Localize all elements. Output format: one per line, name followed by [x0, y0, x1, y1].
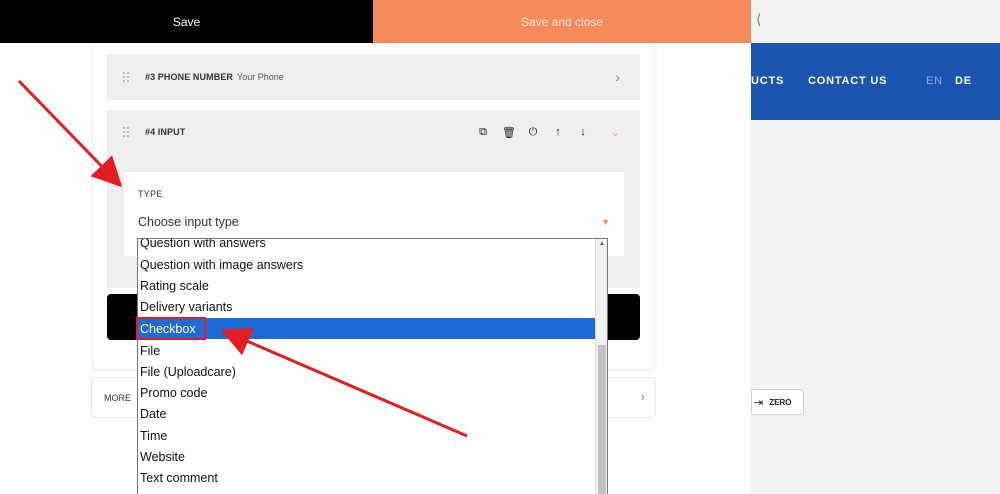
input-type-dropdown[interactable]: Question with answers Question with imag… — [137, 238, 608, 494]
input-type-select[interactable]: Choose input type ▼ — [138, 210, 610, 234]
chevron-right-icon: › — [640, 389, 645, 404]
power-icon[interactable]: ⏻ — [527, 126, 539, 139]
option-file-uploadcare[interactable]: File (Uploadcare) — [138, 361, 596, 382]
select-value: Choose input type — [138, 215, 239, 229]
arrow-down-icon[interactable]: ↓ — [577, 126, 589, 138]
option-date[interactable]: Date — [138, 403, 596, 424]
site-nav-bar: UCTS CONTACT US EN DE — [751, 43, 1000, 120]
scroll-up-icon[interactable]: ▲ — [596, 241, 607, 247]
field-tools: ⧉ 🗑 ⏻ ↑ ↓ — [477, 110, 589, 154]
type-label: TYPE — [138, 189, 163, 199]
option-text-comment[interactable]: Text comment — [138, 467, 596, 488]
arrow-up-icon[interactable]: ↑ — [552, 126, 564, 138]
site-preview: ⟨ UCTS CONTACT US EN DE ⇥ ZERO — [751, 0, 1000, 494]
save-button[interactable]: Save — [0, 0, 373, 43]
chevron-down-icon[interactable]: ⌄ — [611, 126, 620, 139]
option-delivery-variants[interactable]: Delivery variants — [138, 296, 596, 317]
save-and-close-button[interactable]: Save and close — [373, 0, 751, 43]
drag-handle-icon[interactable] — [123, 125, 131, 139]
option-file[interactable]: File — [138, 340, 596, 361]
caret-down-icon: ▼ — [601, 217, 610, 227]
annotation-highlight-box — [136, 317, 206, 340]
field-subtitle: Your Phone — [237, 72, 284, 82]
chevron-right-icon[interactable]: › — [615, 69, 620, 85]
option-question-with-answers[interactable]: Question with answers — [138, 239, 596, 253]
scroll-thumb[interactable] — [598, 345, 606, 494]
field-row-phone-number[interactable]: #3 PHONE NUMBER Your Phone › — [107, 54, 640, 100]
zero-label: ZERO — [769, 397, 792, 407]
option-website[interactable]: Website — [138, 446, 596, 467]
dropdown-scrollbar[interactable]: ▲ — [595, 239, 607, 494]
drag-handle-icon[interactable] — [123, 70, 131, 84]
option-checkbox[interactable]: Checkbox — [138, 318, 596, 339]
option-rating-scale[interactable]: Rating scale — [138, 275, 596, 296]
resize-icon: ⇥ — [754, 396, 764, 409]
field-title: #3 PHONE NUMBER — [145, 72, 234, 82]
nav-products[interactable]: UCTS — [751, 75, 784, 87]
nav-contact-us[interactable]: CONTACT US — [808, 75, 887, 87]
duplicate-icon[interactable]: ⧉ — [477, 126, 489, 139]
option-promo-code[interactable]: Promo code — [138, 382, 596, 403]
field-title: #4 INPUT — [145, 127, 186, 137]
zero-button[interactable]: ⇥ ZERO — [751, 389, 804, 415]
lang-en[interactable]: EN — [926, 75, 943, 87]
lang-de[interactable]: DE — [955, 75, 972, 87]
more-label: MORE — [104, 393, 131, 403]
collapse-panel-icon[interactable]: ⟨ — [756, 11, 761, 28]
option-time[interactable]: Time — [138, 425, 596, 446]
field-header[interactable]: #4 INPUT ⧉ 🗑 ⏻ ↑ ↓ ⌄ — [107, 110, 640, 154]
trash-icon[interactable]: 🗑 — [502, 126, 516, 139]
option-question-with-image-answers[interactable]: Question with image answers — [138, 254, 596, 275]
